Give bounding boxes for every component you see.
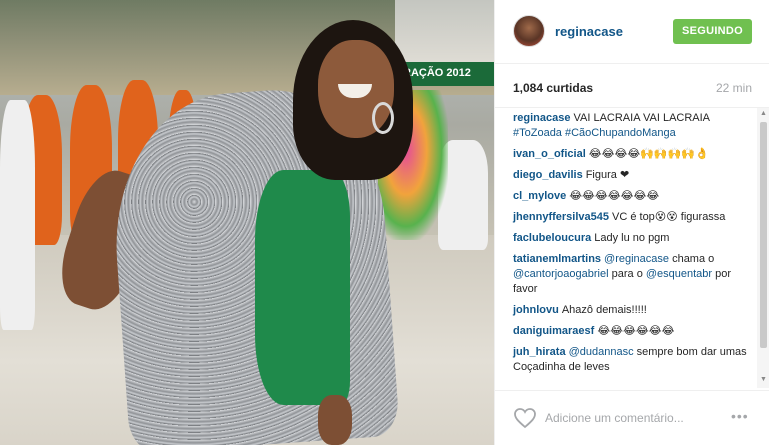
comment-text: 😂😂😂😂😂😂 <box>597 325 675 337</box>
comment-text: 😂😂😂😂😂😂😂 <box>569 190 660 202</box>
likes-count[interactable]: 1,084 curtidas <box>513 81 593 95</box>
comment-username[interactable]: faclubeloucura <box>513 232 591 244</box>
comment-username[interactable]: ivan_o_oficial <box>513 148 586 160</box>
avatar[interactable] <box>513 15 545 47</box>
comment-item: reginacase VAI LACRAIA VAI LACRAIA #ToZoa… <box>513 111 751 141</box>
comment-text: VC é top😵😵 figurassa <box>612 211 726 223</box>
comment-item: faclubeloucura Lady lu no pgm <box>513 231 751 246</box>
comment-text: VAI LACRAIA VAI LACRAIA <box>573 112 710 124</box>
hashtag-link[interactable]: #ToZoada <box>513 127 562 139</box>
background-person <box>0 100 35 330</box>
mention-link[interactable]: @esquentabr <box>646 268 712 280</box>
comment-username[interactable]: jhennyffersilva545 <box>513 211 609 223</box>
comment-text: 😂😂😂😂🙌🙌🙌🙌👌 <box>588 148 709 160</box>
comment-username[interactable]: reginacase <box>513 112 570 124</box>
comment-text: para o <box>608 268 646 280</box>
post-stats: 1,084 curtidas 22 min <box>495 64 769 108</box>
scroll-up-arrow-icon[interactable]: ▲ <box>757 110 769 120</box>
comment-item: jhennyffersilva545 VC é top😵😵 figurassa <box>513 210 751 225</box>
post-timestamp[interactable]: 22 min <box>716 81 752 95</box>
ellipsis-icon[interactable]: ••• <box>731 408 749 424</box>
scroll-down-arrow-icon[interactable]: ▼ <box>757 376 769 386</box>
scrollbar-thumb[interactable] <box>760 122 767 348</box>
post-header: reginacase SEGUINDO <box>495 0 769 64</box>
following-button[interactable]: SEGUINDO <box>673 19 752 44</box>
mention-link[interactable]: @cantorjoaogabriel <box>513 268 609 280</box>
post-sidebar: reginacase SEGUINDO 1,084 curtidas 22 mi… <box>494 0 769 445</box>
comment-item: johnlovu Ahazô demais!!!!! <box>513 303 751 318</box>
comment-item: diego_davilis Figura ❤ <box>513 168 751 183</box>
heart-outline-icon[interactable] <box>513 407 537 429</box>
comment-username[interactable]: cl_mylove <box>513 190 566 202</box>
comments-list: reginacase VAI LACRAIA VAI LACRAIA #ToZoa… <box>495 108 757 388</box>
comment-item: juh_hirata @dudannasc sempre bom dar umas… <box>513 345 751 375</box>
comment-text: Ahazô demais!!!!! <box>561 304 647 316</box>
comment-text: Figura ❤ <box>585 169 630 181</box>
comment-item: ivan_o_oficial 😂😂😂😂🙌🙌🙌🙌👌 <box>513 147 751 162</box>
post-author-username[interactable]: reginacase <box>555 24 623 39</box>
mention-link[interactable]: @dudannasc <box>569 346 634 358</box>
comment-username[interactable]: johnlovu <box>513 304 559 316</box>
comment-item: daniguimaraesf 😂😂😂😂😂😂 <box>513 324 751 339</box>
comment-item: cl_mylove 😂😂😂😂😂😂😂 <box>513 189 751 204</box>
comment-text: chama o <box>669 253 715 265</box>
comment-username[interactable]: juh_hirata <box>513 346 566 358</box>
comment-text: Lady lu no pgm <box>594 232 670 244</box>
woman-hand <box>318 395 352 445</box>
comment-username[interactable]: tatianemlmartins <box>513 253 601 265</box>
post-footer: ••• <box>495 390 769 445</box>
mention-link[interactable]: @reginacase <box>604 253 669 265</box>
hoop-earring <box>372 102 394 134</box>
comment-input[interactable] <box>545 405 725 431</box>
post-photo[interactable]: RAÇÃO 2012 <box>0 0 494 445</box>
comment-username[interactable]: daniguimaraesf <box>513 325 594 337</box>
hashtag-link[interactable]: #CãoChupandoManga <box>565 127 676 139</box>
green-blouse <box>255 170 350 405</box>
comment-username[interactable]: diego_davilis <box>513 169 583 181</box>
comment-item: tatianemlmartins @reginacase chama o @can… <box>513 252 751 297</box>
comments-scrollbar[interactable]: ▲ ▼ <box>757 108 769 388</box>
